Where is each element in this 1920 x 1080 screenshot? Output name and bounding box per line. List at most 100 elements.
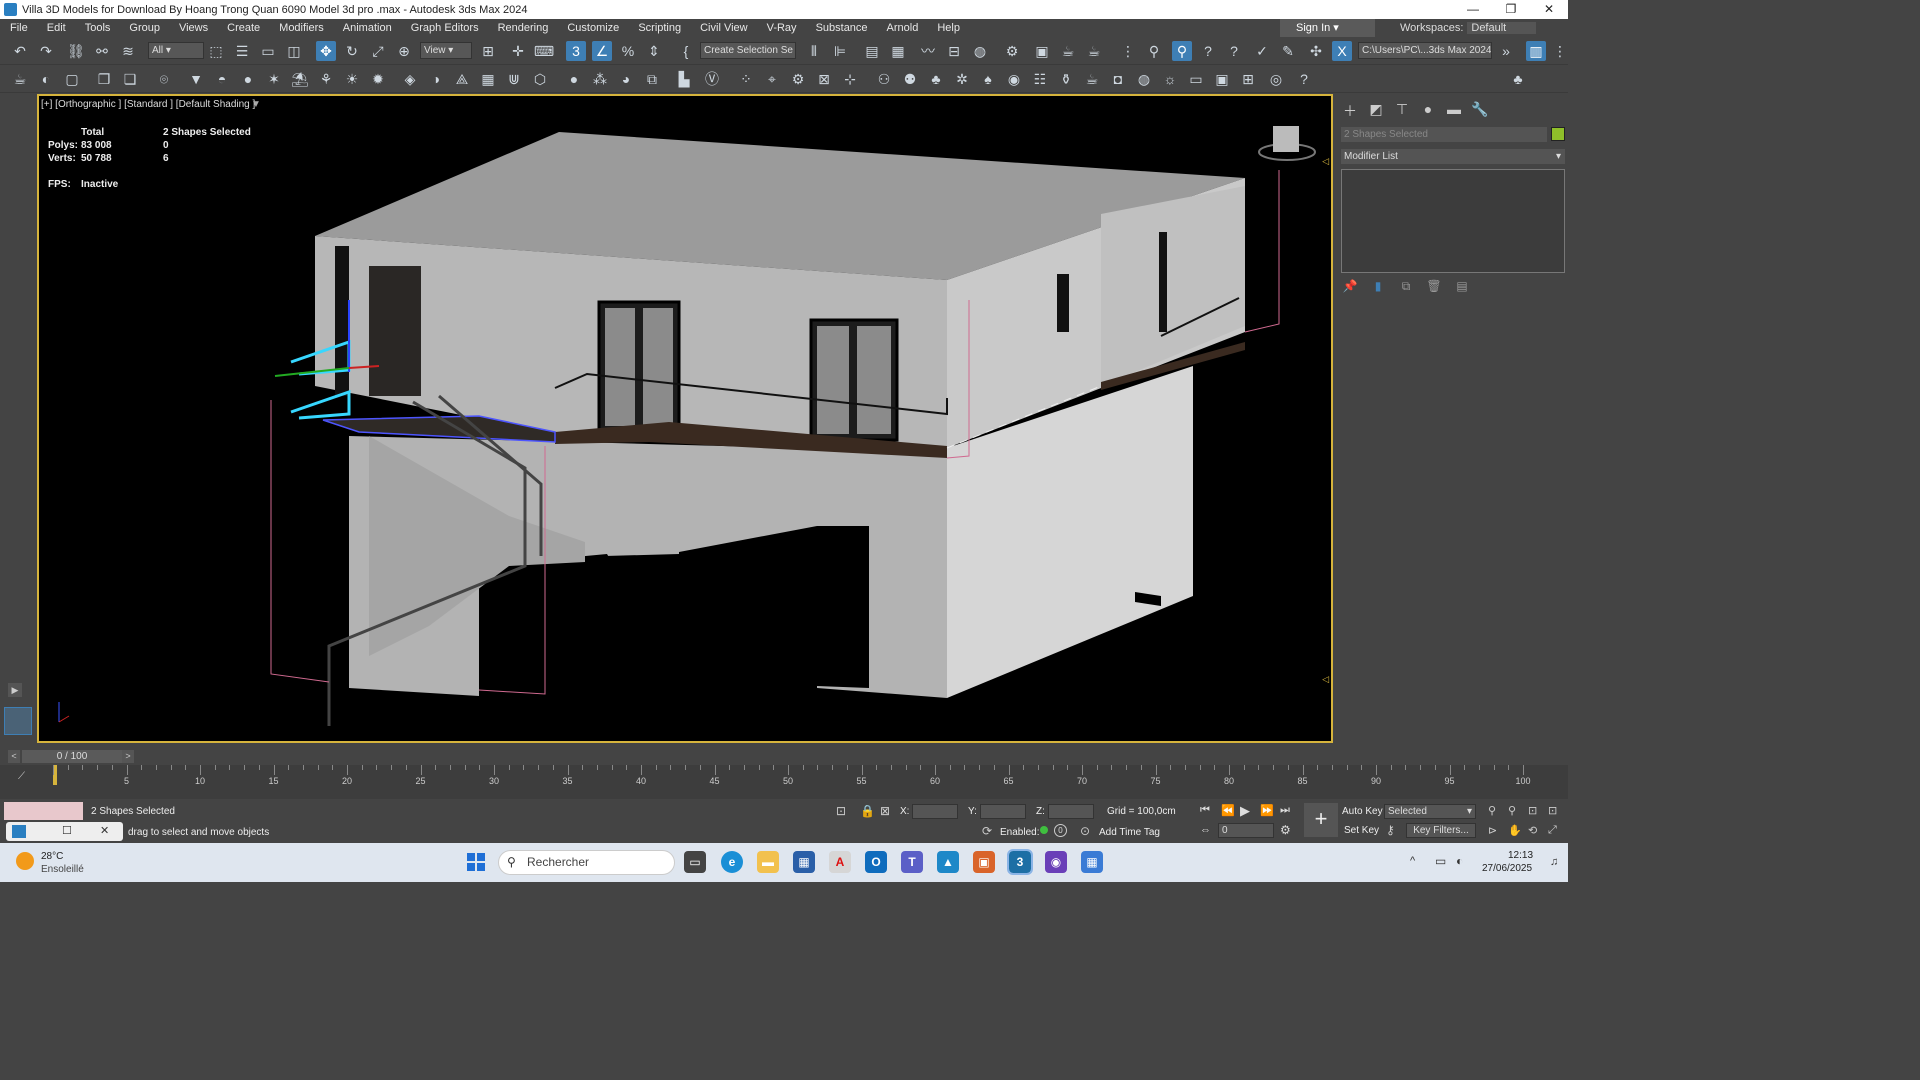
viewport-orthographic[interactable]: [+] [Orthographic ] [Standard ] [Default… [37, 94, 1333, 743]
xref-icon[interactable]: X [1332, 41, 1352, 61]
goto-end-icon[interactable]: ⏭ [1280, 804, 1290, 817]
toolbar-menu-icon[interactable]: ⋮ [1550, 41, 1570, 61]
keyboard-shortcut-override-icon[interactable]: ⌨ [534, 41, 554, 61]
material-slots-icon[interactable]: ⁂ [590, 69, 610, 89]
align-icon[interactable]: ⊫ [830, 41, 850, 61]
pivot-center-icon[interactable]: ⊞ [478, 41, 498, 61]
show-end-result-icon[interactable]: ▮ [1369, 279, 1387, 295]
list-icon[interactable]: ☷ [1030, 69, 1050, 89]
current-frame-input[interactable]: 0 [1218, 823, 1274, 838]
help-circle-icon[interactable]: ? [1294, 69, 1314, 89]
scene-explorer-icon[interactable]: ▤ [862, 41, 882, 61]
window-crossing-icon[interactable]: ◫ [284, 41, 304, 61]
minimize-button[interactable]: — [1454, 0, 1492, 19]
time-config-icon[interactable]: ⚙ [1280, 823, 1291, 837]
menu-scripting[interactable]: Scripting [628, 19, 690, 37]
select-and-move-icon[interactable]: ✥ [316, 41, 336, 61]
time-slider-next-button[interactable]: > [122, 750, 134, 763]
time-slider[interactable]: 0 / 100 [22, 750, 122, 763]
teapot-render-icon[interactable]: ☕ [1082, 69, 1102, 89]
vray-grass-icon[interactable]: ⋓ [504, 69, 524, 89]
weather-sun-icon[interactable] [16, 852, 34, 870]
forest-icon[interactable]: ♣ [1508, 69, 1528, 89]
vray-plane-icon[interactable]: ⟁ [452, 69, 472, 89]
taskbar-search[interactable]: Rechercher [498, 850, 675, 875]
material-preview-icon[interactable]: ◕ [616, 69, 636, 89]
gear-icon[interactable]: ✲ [952, 69, 972, 89]
media-player-icon[interactable]: ◉ [1045, 851, 1067, 873]
maximize-viewport-icon[interactable]: ⤢ [1548, 824, 1557, 837]
material-convert-icon[interactable]: ⧉ [642, 69, 662, 89]
tray-volume-icon[interactable]: ◐ [1456, 854, 1463, 868]
menu-substance[interactable]: Substance [806, 19, 877, 37]
object-color-swatch[interactable] [1551, 127, 1565, 141]
time-slider-prev-button[interactable]: < [8, 750, 20, 763]
start-button[interactable] [467, 853, 485, 871]
store-icon[interactable]: ▦ [793, 851, 815, 873]
preview-restore-icon[interactable]: ☐ [62, 824, 72, 837]
outlook-icon[interactable]: O [865, 851, 887, 873]
question-tool-icon[interactable]: ? [1198, 41, 1218, 61]
reference-coordinate-dropdown[interactable]: View ▾ [420, 42, 472, 59]
remove-modifier-icon[interactable]: 🗑 [1425, 279, 1443, 295]
hierarchy-tab-icon[interactable]: ⊤ [1392, 101, 1412, 119]
menu-vray[interactable]: V-Ray [757, 19, 806, 37]
more-tools-icon[interactable]: » [1496, 41, 1516, 61]
make-unique-icon[interactable]: ⧉ [1397, 279, 1415, 295]
sphere-object-icon[interactable]: ◐ [36, 69, 56, 89]
ambient-light-icon[interactable]: ⚘ [316, 69, 336, 89]
menu-help[interactable]: Help [927, 19, 969, 37]
pin-stack-icon[interactable]: 📌 [1341, 279, 1359, 295]
time-tag-icon[interactable]: ⊙ [1080, 824, 1090, 838]
clone-icon[interactable]: ❐ [94, 69, 114, 89]
bottle-icon[interactable]: ⚱ [1056, 69, 1076, 89]
zoom-extents-icon[interactable]: ⊡ [1528, 804, 1537, 817]
key-mode-dropdown[interactable]: Selected ▾ [1384, 804, 1476, 819]
spinner-snap-icon[interactable]: ⇕ [644, 41, 664, 61]
project-path-dropdown[interactable]: C:\Users\PC\...3ds Max 2024 ▾ [1358, 42, 1492, 59]
snaps-toggle-icon[interactable]: 3 [566, 41, 586, 61]
render-setup-icon[interactable]: ⚙ [1002, 41, 1022, 61]
select-object-icon[interactable]: ⬚ [206, 41, 226, 61]
teams-icon[interactable]: T [901, 851, 923, 873]
layer-explorer-icon[interactable]: ▦ [888, 41, 908, 61]
tree-icon[interactable]: ♣ [926, 69, 946, 89]
schematic-view-icon[interactable]: ⊟ [944, 41, 964, 61]
preview-close-icon[interactable]: ✕ [100, 824, 109, 837]
close-button[interactable]: ✕ [1530, 0, 1568, 19]
weather-condition[interactable]: Ensoleillé [41, 864, 84, 875]
z-coord-input[interactable] [1048, 804, 1094, 819]
next-frame-icon[interactable]: ⏩ [1260, 804, 1274, 817]
select-and-scale-icon[interactable]: ⤢ [368, 41, 388, 61]
crowd-icon[interactable]: ⚉ [900, 69, 920, 89]
vray-snap-icon[interactable]: ⚲ [1172, 41, 1192, 61]
grid-snap-icon[interactable]: ⋮ [1118, 41, 1138, 61]
lasso-icon[interactable]: ✓ [1252, 41, 1272, 61]
save-icon[interactable]: ▥ [1526, 41, 1546, 61]
vray-logo-icon[interactable]: Ⓥ [702, 69, 722, 89]
array-icon[interactable]: ❏ [120, 69, 140, 89]
maximize-button[interactable]: ❐ [1492, 0, 1530, 19]
key-filter-icon[interactable]: ⚷ [1386, 823, 1395, 837]
viewport-thumbnail[interactable] [4, 707, 32, 735]
auto-key-button[interactable]: Auto Key [1342, 806, 1383, 817]
box-object-icon[interactable]: ▢ [62, 69, 82, 89]
menu-civil-view[interactable]: Civil View [690, 19, 756, 37]
orbit-icon[interactable]: ⟲ [1528, 824, 1537, 837]
select-and-place-icon[interactable]: ⊕ [394, 41, 414, 61]
select-by-name-icon[interactable]: ☰ [232, 41, 252, 61]
lock-selection-icon[interactable]: 🔒 [860, 804, 875, 818]
zoom-extents-all-icon[interactable]: ⊡ [1548, 804, 1557, 817]
menu-modifiers[interactable]: Modifiers [269, 19, 333, 37]
configure-sets-icon[interactable]: ▤ [1453, 279, 1471, 295]
clock-date[interactable]: 27/06/2025 [1482, 863, 1532, 874]
populate-icon[interactable]: ⚇ [874, 69, 894, 89]
x-coord-input[interactable] [912, 804, 958, 819]
enabled-indicator-icon[interactable] [1040, 826, 1048, 834]
modify-tab-icon[interactable]: ◩ [1366, 101, 1386, 119]
motion-tab-icon[interactable]: ● [1418, 101, 1438, 119]
key-mode-toggle-icon[interactable]: ⇔ [1200, 824, 1211, 836]
menu-create[interactable]: Create [217, 19, 269, 37]
window-icon[interactable]: ▭ [1186, 69, 1206, 89]
utilities-tab-icon[interactable]: 🔧 [1470, 101, 1490, 119]
